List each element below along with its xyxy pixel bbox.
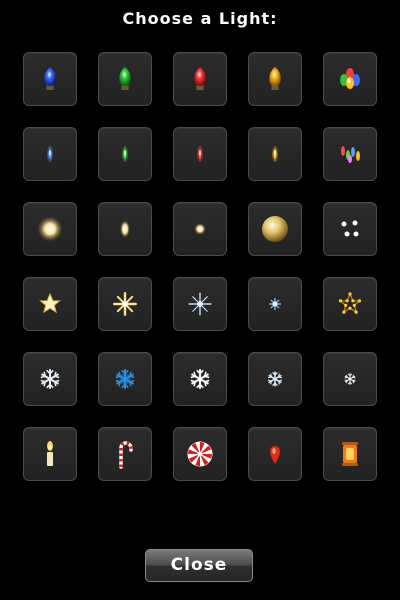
snowflake-blue-icon [113, 367, 137, 391]
light-option-tile[interactable] [323, 352, 377, 406]
light-option-tile[interactable] [98, 202, 152, 256]
snowflake-white-icon [38, 367, 62, 391]
light-option-tile[interactable] [173, 127, 227, 181]
candle-icon [43, 441, 57, 467]
light-option-tile[interactable] [173, 52, 227, 106]
red-pin-light-icon [269, 443, 281, 465]
page-title: Choose a Light: [122, 9, 278, 28]
light-option-tile[interactable] [323, 127, 377, 181]
light-option-tile[interactable] [248, 352, 302, 406]
multicolor-mini-lights-icon [337, 143, 363, 165]
snowflake-tiny-icon [343, 372, 357, 386]
lantern-icon [339, 440, 361, 468]
warm-glow-large-icon [37, 216, 63, 242]
light-option-tile[interactable] [23, 127, 77, 181]
light-option-tile[interactable] [23, 277, 77, 331]
light-option-tile[interactable] [248, 427, 302, 481]
light-option-tile[interactable] [173, 277, 227, 331]
red-bulb-icon [190, 66, 210, 92]
light-option-tile[interactable] [323, 202, 377, 256]
blue-mini-sparkle-icon [268, 297, 282, 311]
candy-cane-icon [117, 440, 133, 469]
light-option-tile[interactable] [23, 352, 77, 406]
blue-mini-light-icon [46, 144, 54, 164]
light-option-tile[interactable] [98, 427, 152, 481]
gold-sparkle-icon [113, 292, 137, 316]
light-option-tile[interactable] [173, 352, 227, 406]
light-option-tile[interactable] [23, 52, 77, 106]
gold-star-icon [39, 292, 61, 315]
blue-bulb-icon [40, 66, 60, 92]
light-option-tile[interactable] [23, 202, 77, 256]
close-button[interactable]: Close [145, 549, 253, 582]
multicolor-bulbs-icon [337, 67, 363, 91]
light-option-tile[interactable] [323, 427, 377, 481]
yellow-mini-light-icon [271, 144, 279, 164]
light-option-tile[interactable] [23, 427, 77, 481]
light-option-tile[interactable] [248, 52, 302, 106]
yellow-bulb-icon [265, 66, 285, 92]
green-mini-light-icon [121, 144, 129, 164]
snowflake-crystal-icon [188, 367, 212, 391]
warm-glow-oval-icon [119, 219, 131, 239]
light-option-tile[interactable] [248, 127, 302, 181]
light-option-tile[interactable] [98, 352, 152, 406]
warm-dot-icon [194, 223, 206, 235]
light-option-tile[interactable] [173, 427, 227, 481]
light-option-tile[interactable] [248, 277, 302, 331]
light-option-tile[interactable] [173, 202, 227, 256]
gold-orb-icon [261, 215, 289, 243]
light-grid [23, 52, 378, 481]
light-option-tile[interactable] [98, 52, 152, 106]
light-option-tile[interactable] [323, 52, 377, 106]
green-bulb-icon [115, 66, 135, 92]
light-option-tile[interactable] [98, 277, 152, 331]
snowflake-small-icon [266, 370, 284, 388]
peppermint-candy-icon [187, 441, 213, 467]
red-mini-light-icon [196, 144, 204, 164]
light-option-tile[interactable] [98, 127, 152, 181]
blue-sparkle-icon [188, 292, 212, 316]
star-outline-lights-icon [338, 292, 362, 316]
light-option-tile[interactable] [248, 202, 302, 256]
dot-cluster-icon [339, 218, 361, 240]
light-option-tile[interactable] [323, 277, 377, 331]
